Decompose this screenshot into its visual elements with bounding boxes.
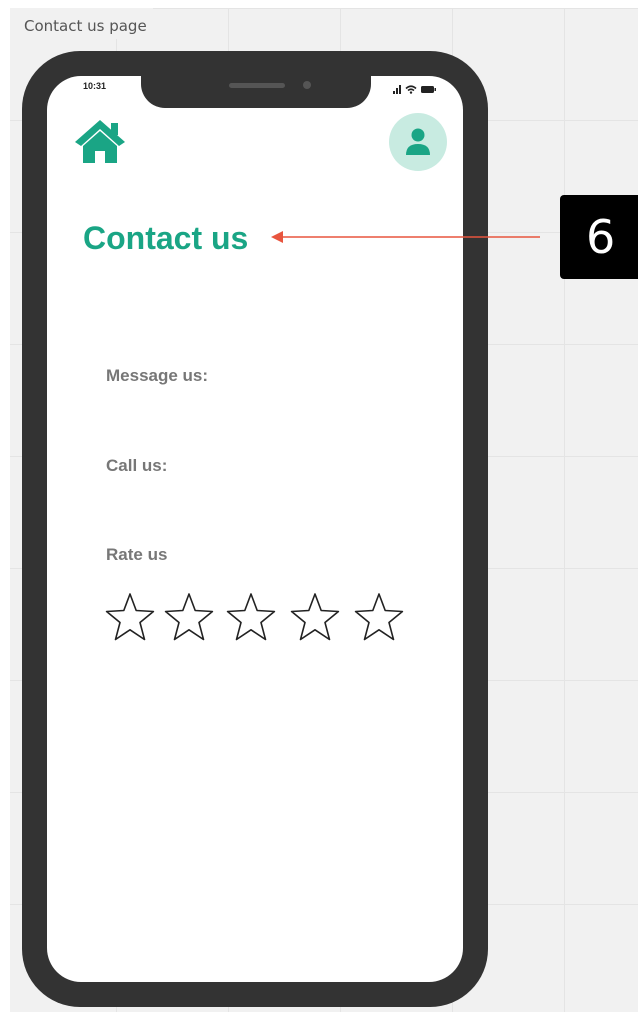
star-4-icon[interactable] [290, 592, 340, 644]
status-icons [393, 85, 436, 94]
phone-frame: 10:31 Contact us Message us: Call us: Ra… [22, 51, 488, 1007]
status-time: 10:31 [83, 81, 107, 91]
front-camera [303, 81, 311, 89]
profile-avatar-button[interactable] [389, 113, 447, 171]
star-rating [105, 592, 405, 644]
wifi-icon [405, 85, 417, 94]
star-1-icon[interactable] [105, 592, 155, 644]
call-us-label[interactable]: Call us: [106, 456, 167, 476]
star-3-icon[interactable] [226, 592, 276, 644]
annotation-badge: 6 [560, 195, 638, 279]
user-icon [406, 128, 430, 155]
annotation-arrow [271, 231, 540, 243]
message-us-label[interactable]: Message us: [106, 366, 208, 386]
battery-icon [421, 86, 436, 93]
home-icon[interactable] [73, 117, 127, 165]
rate-us-label: Rate us [106, 545, 168, 564]
frame-label: Contact us page [10, 8, 153, 39]
speaker-grille [229, 83, 285, 88]
page-title: Contact us [83, 220, 249, 256]
phone-screen: 10:31 Contact us Message us: Call us: Ra… [47, 76, 463, 982]
star-2-icon[interactable] [164, 592, 214, 644]
signal-icon [393, 85, 401, 94]
phone-notch [141, 76, 371, 108]
star-5-icon[interactable] [354, 592, 404, 644]
